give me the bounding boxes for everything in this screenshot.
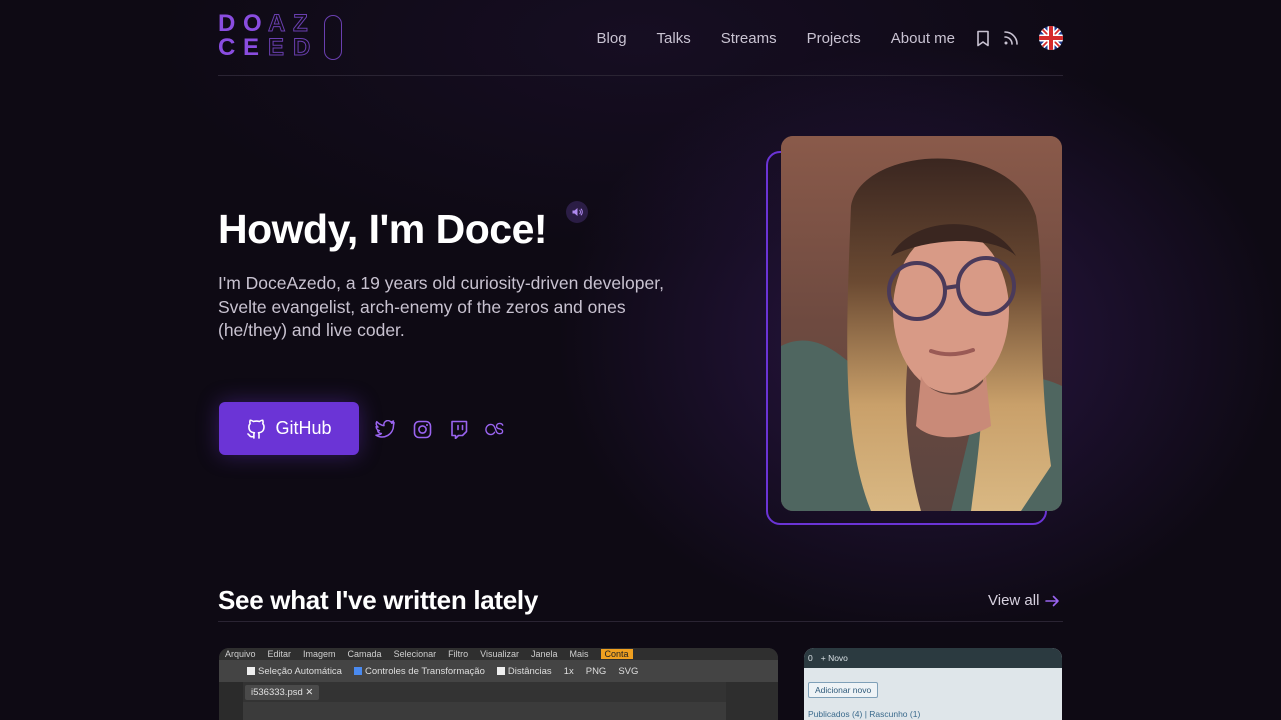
logo-letter: Z: [293, 10, 309, 37]
post-card-thumbnail[interactable]: Arquivo Editar Imagem Camada Selecionar …: [219, 648, 778, 720]
post-card-thumbnail[interactable]: 0 + Novo Adicionar novo Publicados (4) |…: [804, 648, 1062, 720]
logo-letter: D: [293, 34, 311, 61]
checkbox-label: Controles de Transformação: [353, 666, 485, 677]
menu-item: Mais: [569, 649, 589, 659]
menu-item: Visualizar: [480, 649, 519, 659]
menu-item: Camada: [347, 649, 382, 659]
bookmark-icon[interactable]: [973, 28, 993, 48]
twitter-icon[interactable]: [374, 418, 396, 440]
site-logo[interactable]: D O A Z C E E D: [218, 10, 344, 62]
logo-letter: A: [268, 10, 286, 37]
export-png: PNG: [585, 665, 607, 677]
thumbnail-menubar: Arquivo Editar Imagem Camada Selecionar …: [219, 648, 778, 660]
github-icon: [247, 418, 266, 439]
speaker-icon[interactable]: [566, 201, 588, 223]
logo-letter: C: [218, 34, 235, 61]
logo-letter: D: [218, 10, 235, 37]
logo-letter: E: [243, 34, 259, 61]
export-svg: SVG: [618, 665, 639, 677]
lastfm-icon[interactable]: [485, 418, 507, 440]
thumbnail-adminbar: 0 + Novo: [804, 648, 1062, 668]
new-label: + Novo: [820, 653, 848, 663]
post-status-links: Publicados (4) | Rascunho (1): [808, 709, 921, 719]
section-title-latest-posts: See what I've written lately: [218, 585, 539, 615]
logo-letter: E: [268, 34, 285, 61]
thumbnail-rightpanel: [726, 682, 778, 720]
page: D O A Z C E E D Blog Talks Streams Proje…: [0, 0, 1281, 720]
file-tab: i536333.psd ✕: [245, 684, 320, 700]
nav-link-streams[interactable]: Streams: [721, 30, 777, 47]
menu-item: Editar: [267, 649, 292, 659]
twitch-icon[interactable]: [448, 418, 470, 440]
logo-zero-shape: [324, 15, 342, 60]
add-new-button: Adicionar novo: [808, 682, 879, 698]
profile-photo: [781, 136, 1062, 511]
hero-bio: I'm DoceAzedo, a 19 years old curiosity-…: [218, 273, 664, 340]
github-button[interactable]: GitHub: [219, 402, 359, 455]
arrow-right-icon: [1045, 595, 1060, 606]
menu-item: Arquivo: [225, 649, 256, 659]
nav-link-talks[interactable]: Talks: [657, 30, 691, 47]
nav-link-blog[interactable]: Blog: [597, 30, 627, 47]
section-divider: [218, 621, 1063, 622]
checkbox-label: Distâncias: [496, 666, 552, 677]
github-button-label: GitHub: [275, 418, 332, 438]
view-all-link[interactable]: View all: [988, 592, 1060, 609]
social-links: [374, 418, 522, 440]
view-all-label: View all: [988, 592, 1040, 609]
menu-item: Janela: [530, 649, 558, 659]
uk-flag-icon[interactable]: [1039, 26, 1063, 50]
nav-link-about[interactable]: About me: [891, 30, 955, 47]
rss-icon[interactable]: [1001, 28, 1021, 48]
menu-item: Conta: [600, 649, 633, 659]
site-header: D O A Z C E E D Blog Talks Streams Proje…: [218, 0, 1063, 76]
menu-item: Selecionar: [393, 649, 437, 659]
instagram-icon[interactable]: [411, 418, 433, 440]
checkbox-label: Seleção Automática: [247, 666, 342, 677]
hero-title: Howdy, I'm Doce!: [218, 206, 548, 252]
zoom-select: 1x: [563, 665, 574, 677]
nav-link-projects[interactable]: Projects: [807, 30, 861, 47]
thumbnail-toolbar: Seleção Automática Controles de Transfor…: [219, 660, 778, 682]
main-nav: Blog Talks Streams Projects About me: [567, 24, 1063, 52]
logo-letter: O: [243, 10, 262, 37]
menu-item: Filtro: [448, 649, 469, 659]
thumbnail-tabs: i536333.psd ✕: [219, 682, 778, 702]
comment-count: 0: [808, 653, 813, 663]
menu-item: Imagem: [303, 649, 336, 659]
thumbnail-toolpanel: [219, 682, 243, 720]
